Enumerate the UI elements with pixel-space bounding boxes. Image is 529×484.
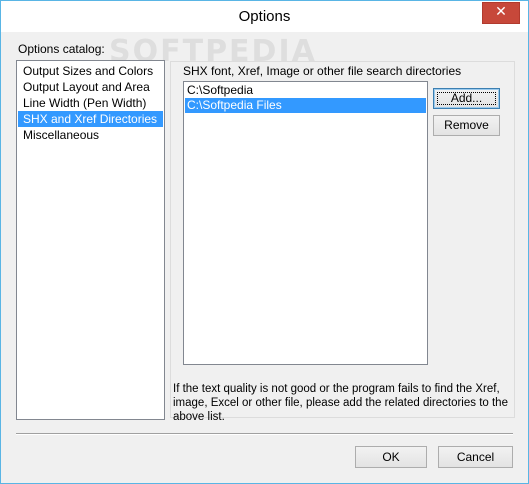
ok-button-label: OK [382, 450, 400, 464]
close-icon: ✕ [495, 4, 507, 20]
ok-button[interactable]: OK [355, 446, 427, 468]
directory-item[interactable]: C:\Softpedia [185, 83, 426, 98]
cancel-button-label: Cancel [456, 450, 495, 464]
catalog-item-line-width[interactable]: Line Width (Pen Width) [18, 95, 163, 111]
add-button[interactable]: Add... [433, 88, 500, 109]
catalog-item-miscellaneous[interactable]: Miscellaneous [18, 127, 163, 143]
catalog-item-output-sizes[interactable]: Output Sizes and Colors [18, 63, 163, 79]
window-title: Options [238, 8, 291, 25]
options-catalog-list[interactable]: Output Sizes and Colors Output Layout an… [16, 60, 165, 420]
footer-separator [16, 433, 513, 435]
remove-button-label: Remove [444, 118, 489, 132]
title-bar[interactable]: Options ✕ [1, 1, 528, 32]
close-button[interactable]: ✕ [482, 2, 520, 24]
catalog-item-shx-xref[interactable]: SHX and Xref Directories [18, 111, 163, 127]
directories-list[interactable]: C:\Softpedia C:\Softpedia Files [183, 81, 428, 365]
options-dialog: Options ✕ SOFTPEDIA Options catalog: Out… [0, 0, 529, 484]
focus-rect [437, 92, 496, 105]
catalog-item-output-layout[interactable]: Output Layout and Area [18, 79, 163, 95]
cancel-button[interactable]: Cancel [438, 446, 513, 468]
catalog-label: Options catalog: [18, 42, 105, 56]
directory-item-selected[interactable]: C:\Softpedia Files [185, 98, 426, 113]
directories-label: SHX font, Xref, Image or other file sear… [183, 64, 462, 78]
remove-button[interactable]: Remove [433, 115, 500, 136]
directories-hint: If the text quality is not good or the p… [173, 383, 508, 423]
